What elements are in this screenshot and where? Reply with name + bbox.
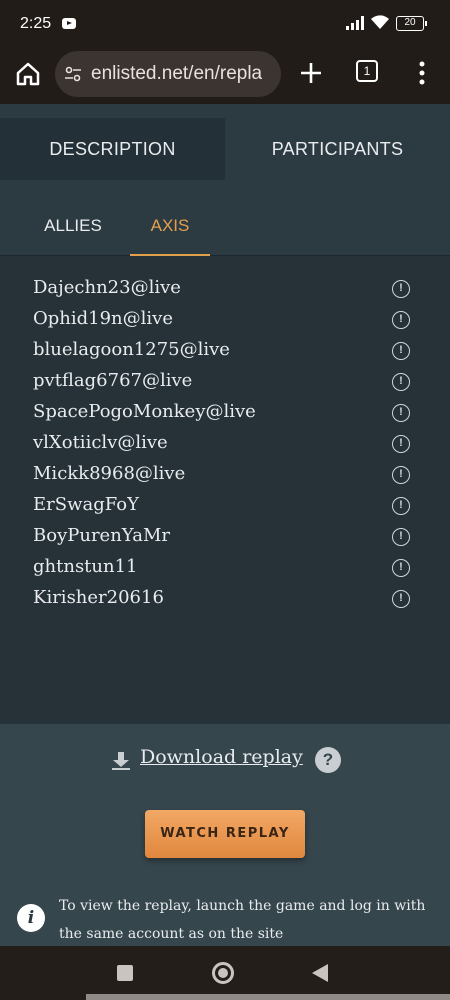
battery-icon: 20 [396, 16, 427, 31]
player-name: Kirisher20616 [33, 587, 164, 608]
address-bar[interactable]: enlisted.net/en/repla [55, 51, 281, 97]
report-info-icon[interactable]: ! [392, 404, 410, 422]
player-name: pvtflag6767@live [33, 370, 193, 391]
download-icon[interactable] [111, 751, 131, 771]
status-time: 2:25 [20, 15, 52, 32]
download-replay-link[interactable]: Download replay [140, 746, 303, 768]
player-name: bluelagoon1275@live [33, 339, 230, 360]
system-nav-bar [0, 946, 450, 1000]
tab-participants[interactable]: PARTICIPANTS [225, 118, 450, 180]
report-info-icon[interactable]: ! [392, 590, 410, 608]
player-name: SpacePogoMonkey@live [33, 401, 256, 422]
signal-icon [346, 16, 364, 30]
tab-switcher-icon[interactable]: 1 [356, 60, 378, 82]
menu-icon[interactable] [417, 60, 427, 86]
player-row: Ophid19n@live! [0, 305, 450, 336]
report-info-icon[interactable]: ! [392, 435, 410, 453]
player-row: ErSwagFoY! [0, 491, 450, 522]
tab-description[interactable]: DESCRIPTION [0, 118, 225, 180]
player-row: pvtflag6767@live! [0, 367, 450, 398]
player-row: Kirisher20616! [0, 584, 450, 615]
player-row: vlXotiiclv@live! [0, 429, 450, 460]
report-info-icon[interactable]: ! [392, 311, 410, 329]
report-info-icon[interactable]: ! [392, 373, 410, 391]
player-name: Mickk8968@live [33, 463, 186, 484]
player-name: Dajechn23@live [33, 277, 181, 298]
home-icon[interactable] [14, 60, 42, 88]
replay-note-text: To view the replay, launch the game and … [59, 898, 426, 942]
watch-replay-button[interactable]: WATCH REPLAY [145, 810, 305, 858]
player-row: Dajechn23@live! [0, 274, 450, 305]
player-name: ghtnstun11 [33, 556, 138, 577]
player-name: ErSwagFoY [33, 494, 139, 515]
player-row: SpacePogoMonkey@live! [0, 398, 450, 429]
home-button-icon[interactable] [212, 962, 234, 984]
report-info-icon[interactable]: ! [392, 497, 410, 515]
player-name: Ophid19n@live [33, 308, 173, 329]
report-info-icon[interactable]: ! [392, 466, 410, 484]
back-icon[interactable] [312, 964, 328, 982]
page-content: DESCRIPTION PARTICIPANTS ALLIES AXIS Daj… [0, 104, 450, 946]
report-info-icon[interactable]: ! [392, 342, 410, 360]
report-info-icon[interactable]: ! [392, 559, 410, 577]
browser-toolbar: enlisted.net/en/repla 1 [0, 48, 450, 104]
subtab-axis[interactable]: AXIS [130, 180, 210, 256]
wifi-icon [371, 15, 389, 29]
player-row: Mickk8968@live! [0, 460, 450, 491]
site-settings-icon[interactable] [63, 64, 83, 84]
new-tab-icon[interactable] [298, 60, 324, 86]
report-info-icon[interactable]: ! [392, 280, 410, 298]
player-name: BoyPurenYaMr [33, 525, 171, 546]
player-list: Dajechn23@live! Ophid19n@live! bluelagoon1… [0, 256, 450, 724]
player-row: bluelagoon1275@live! [0, 336, 450, 367]
help-icon[interactable]: ? [315, 747, 341, 773]
player-name: vlXotiiclv@live [33, 432, 168, 453]
player-row: ghtnstun11! [0, 553, 450, 584]
status-bar: 2:25 20 [0, 0, 450, 48]
top-strip [0, 104, 450, 118]
report-info-icon[interactable]: ! [392, 528, 410, 546]
player-row: BoyPurenYaMr! [0, 522, 450, 553]
info-icon: i [17, 904, 45, 932]
replay-actions: Download replay ? WATCH REPLAY i To view… [0, 724, 450, 946]
scroll-indicator [86, 994, 450, 1000]
url-text[interactable]: enlisted.net/en/repla [91, 63, 262, 85]
recents-icon[interactable] [117, 965, 133, 981]
youtube-icon [62, 18, 76, 29]
team-subtabs: ALLIES AXIS [0, 180, 450, 256]
subtab-allies[interactable]: ALLIES [28, 180, 118, 256]
